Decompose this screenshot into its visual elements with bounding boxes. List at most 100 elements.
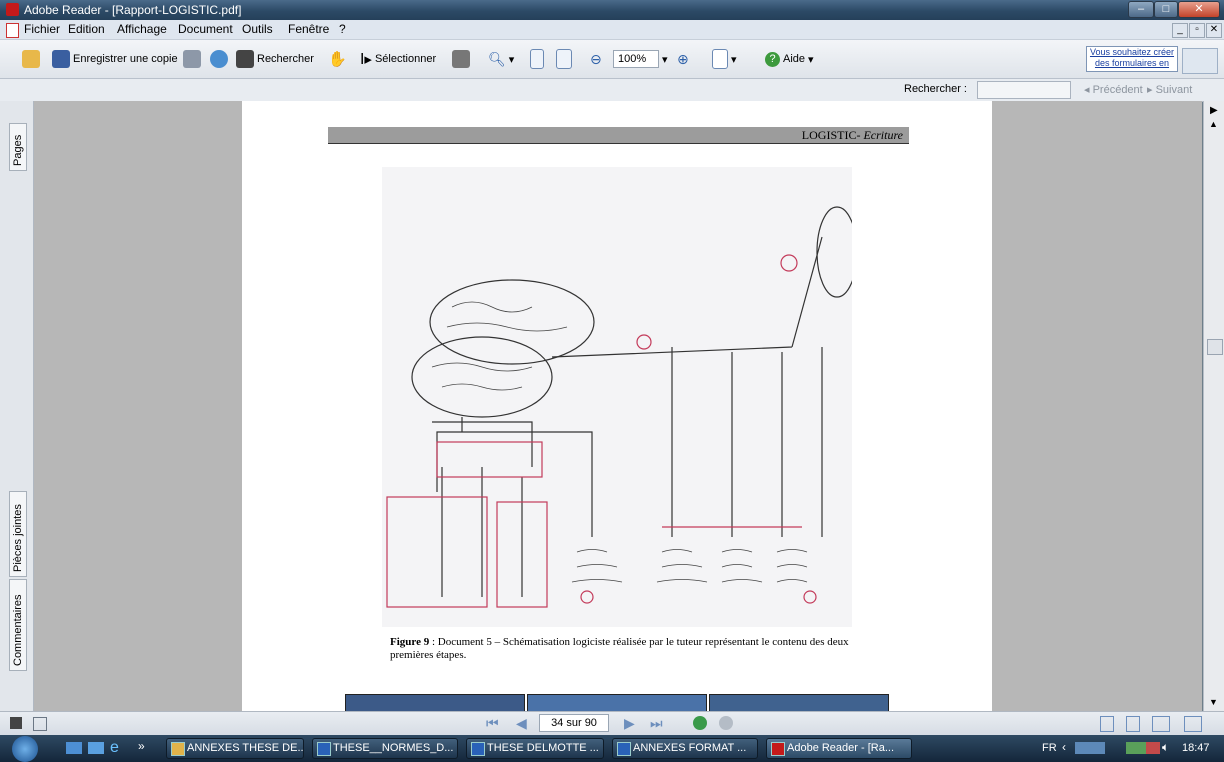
go-forward-button[interactable] [719, 716, 733, 730]
menu-edition[interactable]: Edition [68, 22, 105, 36]
dropdown-arrow-icon: ▾ [731, 53, 737, 66]
task-label: ANNEXES FORMAT ... [633, 742, 747, 754]
next-page-button[interactable]: ▶ [624, 715, 635, 732]
first-page-button[interactable]: ⏮ [486, 715, 499, 732]
single-page-view-icon[interactable] [1100, 716, 1114, 732]
taskbar: e » ANNEXES THESE DE... THESE__NORMES_D.… [0, 735, 1224, 762]
page-header: LOGISTIC- Ecriture [328, 127, 909, 144]
zoom-out-button[interactable]: ⊖ [590, 48, 602, 70]
next-page-images [345, 694, 889, 713]
menu-fichier[interactable]: Fichier [24, 22, 60, 36]
binoculars-icon [236, 50, 254, 68]
dropdown-arrow-icon: ▾ [808, 53, 814, 66]
help-label: Aide [783, 53, 806, 65]
last-page-button[interactable]: ⏭ [650, 715, 663, 732]
scroll-thumb[interactable] [1207, 339, 1223, 355]
menu-help[interactable]: ? [339, 22, 346, 36]
magnifier-icon: 🔍︎ [488, 50, 506, 67]
forms-icon[interactable] [1182, 48, 1218, 74]
vertical-scrollbar[interactable]: ▲ ▼ ▶ [1203, 101, 1224, 711]
start-button[interactable] [12, 736, 38, 762]
tray-arrow-icon[interactable]: ‹ [1062, 740, 1066, 754]
show-desktop-icon[interactable] [66, 742, 82, 754]
plus-circle-icon: ⊕ [677, 50, 689, 67]
hand-tool-button[interactable]: ✋ [328, 48, 347, 70]
task-label: Adobe Reader - [Ra... [787, 742, 895, 754]
tray-apps-icon[interactable] [1126, 742, 1146, 754]
continuous-facing-view-icon[interactable] [1184, 716, 1202, 732]
continuous-view-icon[interactable] [1126, 716, 1140, 732]
fit-width-icon [556, 49, 572, 69]
document-icon [6, 23, 19, 38]
panel-expand-icon[interactable]: ▶ [1210, 105, 1218, 116]
word-icon [617, 742, 631, 756]
facing-view-icon[interactable] [1152, 716, 1170, 732]
menu-outils[interactable]: Outils [242, 22, 273, 36]
print-button[interactable] [183, 48, 201, 70]
pages-tab[interactable]: Pages [9, 123, 27, 171]
page-tools-button[interactable]: ▾ [712, 48, 737, 70]
find-next-button[interactable]: ▸ Suivant [1147, 83, 1192, 96]
minimize-button[interactable]: – [1128, 1, 1154, 18]
network-icon[interactable] [1075, 742, 1105, 754]
maximize-button[interactable]: □ [1154, 1, 1178, 18]
more-quicklaunch-icon[interactable]: » [138, 739, 145, 753]
mdi-close-icon[interactable]: ✕ [1206, 23, 1222, 38]
mdi-minimize-icon[interactable]: _ [1172, 23, 1188, 38]
header-emphasis: Ecriture [863, 128, 903, 142]
folder-icon [22, 50, 40, 68]
printer-icon [183, 50, 201, 68]
open-button[interactable] [22, 48, 40, 70]
mdi-restore-icon[interactable]: ▫ [1189, 23, 1205, 38]
prev-arrow-icon: ◂ [1084, 84, 1093, 96]
close-button[interactable]: ✕ [1178, 1, 1220, 18]
task-annexes-format[interactable]: ANNEXES FORMAT ... [612, 738, 758, 759]
save-copy-label: Enregistrer une copie [73, 53, 178, 65]
tray-network-status-icon[interactable] [1146, 742, 1160, 754]
save-copy-button[interactable]: Enregistrer une copie [52, 48, 178, 70]
fit-page-button[interactable] [530, 48, 544, 70]
menu-affichage[interactable]: Affichage [117, 22, 167, 36]
find-label: Rechercher : [904, 83, 967, 95]
menu-fenetre[interactable]: Fenêtre [288, 22, 329, 36]
task-these-delmotte[interactable]: THESE DELMOTTE ... [466, 738, 604, 759]
menu-document[interactable]: Document [178, 22, 233, 36]
scroll-down-icon[interactable]: ▼ [1209, 697, 1218, 707]
search-button[interactable]: Rechercher [236, 48, 314, 70]
forms-promo-link[interactable]: Vous souhaitez créer des formulaires en [1086, 46, 1178, 72]
ie-icon[interactable]: e [110, 739, 119, 757]
attachments-tab[interactable]: Pièces jointes [9, 491, 27, 577]
task-label: ANNEXES THESE DE... [187, 742, 304, 754]
go-back-button[interactable] [693, 716, 707, 730]
title-bar: Adobe Reader - [Rapport-LOGISTIC.pdf] – … [0, 0, 1224, 20]
search-label: Rechercher [257, 53, 314, 65]
clock[interactable]: 18:47 [1182, 742, 1210, 754]
find-input[interactable] [977, 81, 1071, 99]
switch-windows-icon[interactable] [88, 742, 104, 754]
language-indicator[interactable]: FR [1042, 742, 1057, 754]
zoom-value[interactable]: 100% [613, 50, 659, 68]
save-icon [52, 50, 70, 68]
snapshot-button[interactable] [452, 48, 470, 70]
find-bar: Rechercher : ◂ Précédent ▸ Suivant [0, 79, 1224, 102]
task-annexes-these[interactable]: ANNEXES THESE DE... [166, 738, 304, 759]
find-next-label: Suivant [1155, 84, 1193, 96]
prev-page-button[interactable]: ◀ [516, 715, 527, 732]
volume-icon[interactable]: 🔈︎ [1162, 740, 1169, 755]
status-bar: ⏮ ◀ 34 sur 90 ▶ ⏭ [0, 711, 1224, 736]
task-these-normes[interactable]: THESE__NORMES_D... [312, 738, 458, 759]
scroll-up-icon[interactable]: ▲ [1209, 119, 1218, 129]
zoom-select[interactable]: 100% ▾ [613, 48, 668, 70]
fit-width-button[interactable] [556, 48, 572, 70]
comments-tab[interactable]: Commentaires [9, 579, 27, 671]
select-tool-button[interactable]: Ⅰ▸ Sélectionner [360, 48, 436, 70]
layout-toggle-icon[interactable] [33, 717, 47, 731]
help-button[interactable]: ? Aide ▾ [765, 48, 814, 70]
caption-text: : Document 5 – Schématisation logiciste … [390, 636, 849, 661]
zoom-in-button[interactable]: ⊕ [677, 48, 689, 70]
find-prev-button[interactable]: ◂ Précédent [1084, 83, 1143, 96]
page-number-field[interactable]: 34 sur 90 [539, 714, 609, 732]
email-button[interactable] [210, 48, 228, 70]
task-adobe-reader[interactable]: Adobe Reader - [Ra... [766, 738, 912, 759]
zoom-in-tool-button[interactable]: 🔍︎ ▾ [488, 48, 514, 70]
